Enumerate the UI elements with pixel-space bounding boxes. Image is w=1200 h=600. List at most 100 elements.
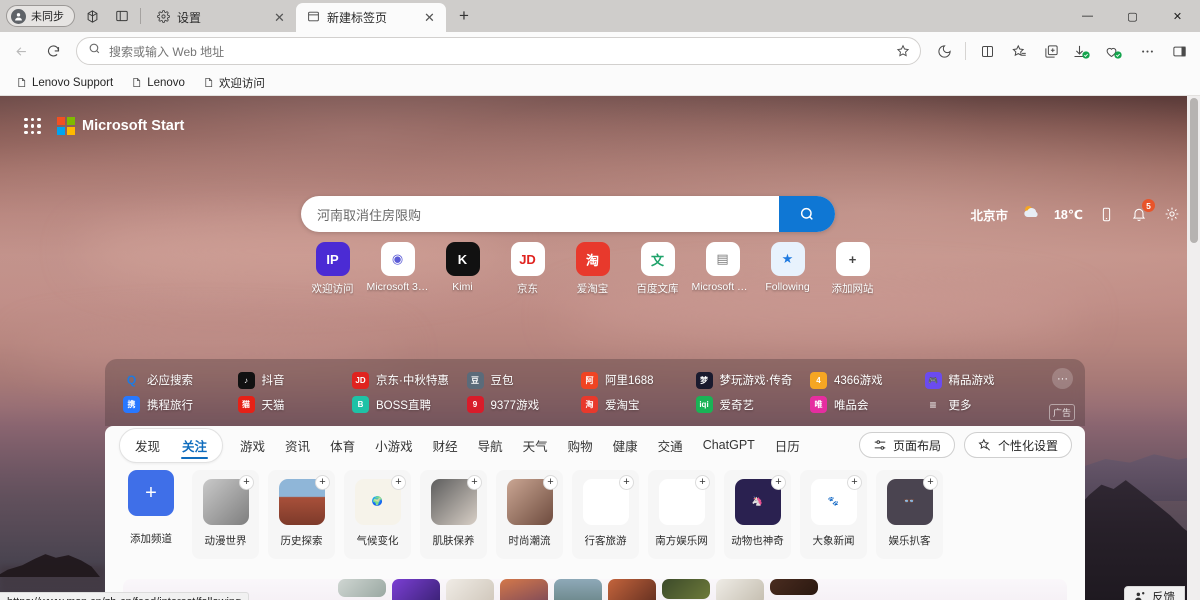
bookmark-item[interactable]: Lenovo [124,74,192,92]
weather-city[interactable]: 北京市 [970,205,1008,224]
feed-tab-6[interactable]: 财经 [424,433,467,458]
feed-tab-10[interactable]: 健康 [604,433,647,458]
shortcut-item[interactable]: ♪ 抖音 [237,371,353,389]
shortcut-item[interactable]: 4 4366游戏 [810,371,925,389]
minimize-button[interactable]: — [1065,0,1110,32]
shortcut-panel-more-button[interactable]: ··· [1052,368,1073,389]
collage-thumbnail[interactable] [608,579,656,600]
add-channel-plus-icon[interactable]: + [467,475,482,490]
profile-sync-button[interactable]: 未同步 [6,5,75,27]
add-channel-plus-icon[interactable]: + [239,475,254,490]
collage-thumbnail[interactable] [716,579,764,600]
close-window-button[interactable]: ✕ [1155,0,1200,32]
collage-thumbnail[interactable] [446,579,494,600]
add-channel-plus-icon[interactable]: + [619,475,634,490]
search-input[interactable]: 河南取消住房限购 [301,205,779,224]
channel-card[interactable]: + 肌肤保养 [420,470,487,559]
notifications-bell-icon[interactable]: 5 [1129,199,1155,224]
add-channel-plus-icon[interactable]: + [923,475,938,490]
shortcut-item[interactable]: 唯唯品会 [810,396,925,414]
sidebar-toggle-icon[interactable] [1164,37,1194,65]
address-bar[interactable]: 搜索或输入 Web 地址 [76,37,921,65]
feedback-button[interactable]: 反馈 [1124,586,1185,600]
add-channel-plus-icon[interactable]: + [695,475,710,490]
collage-thumbnail[interactable] [500,579,548,600]
gear-icon[interactable] [1162,204,1182,224]
collage-thumbnail[interactable] [392,579,440,600]
reload-button[interactable] [38,37,68,65]
add-channel-plus-icon[interactable]: + [543,475,558,490]
feed-tab-5[interactable]: 小游戏 [366,433,422,458]
split-screen-icon[interactable] [109,3,135,29]
shortcut-item[interactable]: 9 9377游戏 [466,396,582,414]
shortcut-item[interactable]: ≡ 更多 [925,396,1040,413]
address-input[interactable]: 搜索或输入 Web 地址 [109,43,884,60]
channel-card[interactable]: S + 南方娱乐网 [648,470,715,559]
shortcut-item[interactable]: 豆豆包 [466,371,582,389]
shortcut-item[interactable]: 🎮 精品游戏 [924,371,1040,389]
collage-thumbnail[interactable] [770,579,818,595]
phone-icon[interactable] [1096,204,1116,224]
new-tab-button[interactable]: + [450,3,478,29]
copilot-sidebar-icon[interactable] [929,37,959,65]
shortcut-item[interactable]: 阿阿里1688 [581,371,696,389]
close-icon[interactable]: ✕ [271,9,288,26]
feed-tab-9[interactable]: 购物 [559,433,602,458]
add-channel-plus-icon[interactable]: + [771,475,786,490]
maximize-button[interactable]: ▢ [1110,0,1155,32]
shortcut-item[interactable]: JD 京东·中秋特惠 [352,371,467,389]
feed-tab-13[interactable]: 日历 [766,433,809,458]
more-settings-icon[interactable] [1132,37,1162,65]
channel-card[interactable]: 🐾 + 大象新闻 [800,470,867,559]
back-button[interactable] [6,37,36,65]
collage-thumbnail[interactable] [662,579,710,599]
quicklink-item[interactable]: ▤ Microsoft St… [690,242,755,296]
bookmark-item[interactable]: 欢迎访问 [196,72,272,94]
add-channel-plus-icon[interactable]: + [391,475,406,490]
shortcut-item[interactable]: B BOSS直聘 [352,396,467,414]
bookmark-item[interactable]: Lenovo Support [9,74,120,92]
feed-tab-8[interactable]: 天气 [514,433,557,458]
personalize-button[interactable]: 个性化设置 [963,432,1072,458]
channel-card[interactable]: + 动漫世界 [192,470,259,559]
feed-tab-7[interactable]: 导航 [469,433,512,458]
quicklink-item[interactable]: JD 京东 [495,242,560,296]
start-search-box[interactable]: 河南取消住房限购 [301,196,835,232]
favorite-star-icon[interactable] [892,40,914,62]
shortcut-item[interactable]: 携携程旅行 [123,396,238,414]
copilot-icon[interactable] [79,3,105,29]
feed-tab-3[interactable]: 资讯 [276,433,319,458]
collage-thumbnail[interactable] [338,579,386,597]
quicklink-item[interactable]: 文百度文库 [625,242,690,296]
add-channel-plus-icon[interactable]: + [847,475,862,490]
feed-tab-1[interactable]: 关注 [173,433,216,459]
browser-essentials-icon[interactable] [1100,37,1130,65]
page-scrollbar[interactable]: ▼ [1187,96,1200,600]
channel-card[interactable]: 🦄 + 动物也神奇 [724,470,791,559]
downloads-icon[interactable] [1068,37,1098,65]
quicklink-item[interactable]: + 添加网站 [820,242,885,296]
quicklink-item[interactable]: ◉ Microsoft 365 [365,242,430,296]
scrollbar-thumb[interactable] [1190,98,1198,243]
quicklink-item[interactable]: ★ Following [755,242,820,296]
quicklink-item[interactable]: 淘爱淘宝 [560,242,625,296]
tab-newtab[interactable]: 新建标签页 ✕ [296,3,446,32]
shortcut-item[interactable]: Q 必应搜索 [123,372,238,389]
feed-tab-11[interactable]: 交通 [649,433,692,458]
channel-card[interactable]: 👓 + 娱乐扒客 [876,470,943,559]
tab-settings[interactable]: 设置 ✕ [146,3,296,32]
channel-card[interactable]: + 历史探索 [268,470,335,559]
feed-tab-12[interactable]: ChatGPT [694,435,764,455]
feed-tab-0[interactable]: 发现 [126,433,169,458]
channel-card[interactable]: + 时尚潮流 [496,470,563,559]
collections-icon[interactable] [1036,37,1066,65]
app-launcher-icon[interactable] [24,117,41,135]
shortcut-item[interactable]: 淘爱淘宝 [581,396,696,414]
shortcut-item[interactable]: 梦梦玩游戏·传奇 [695,371,811,389]
add-channel-button[interactable]: + 添加频道 [119,470,183,546]
search-submit-button[interactable] [779,196,835,232]
shortcut-item[interactable]: iqi 爱奇艺 [695,396,811,414]
quicklink-item[interactable]: IP 欢迎访问 [300,242,365,296]
channel-card[interactable]: 🌍 + 气候变化 [344,470,411,559]
collage-thumbnail[interactable] [554,579,602,600]
